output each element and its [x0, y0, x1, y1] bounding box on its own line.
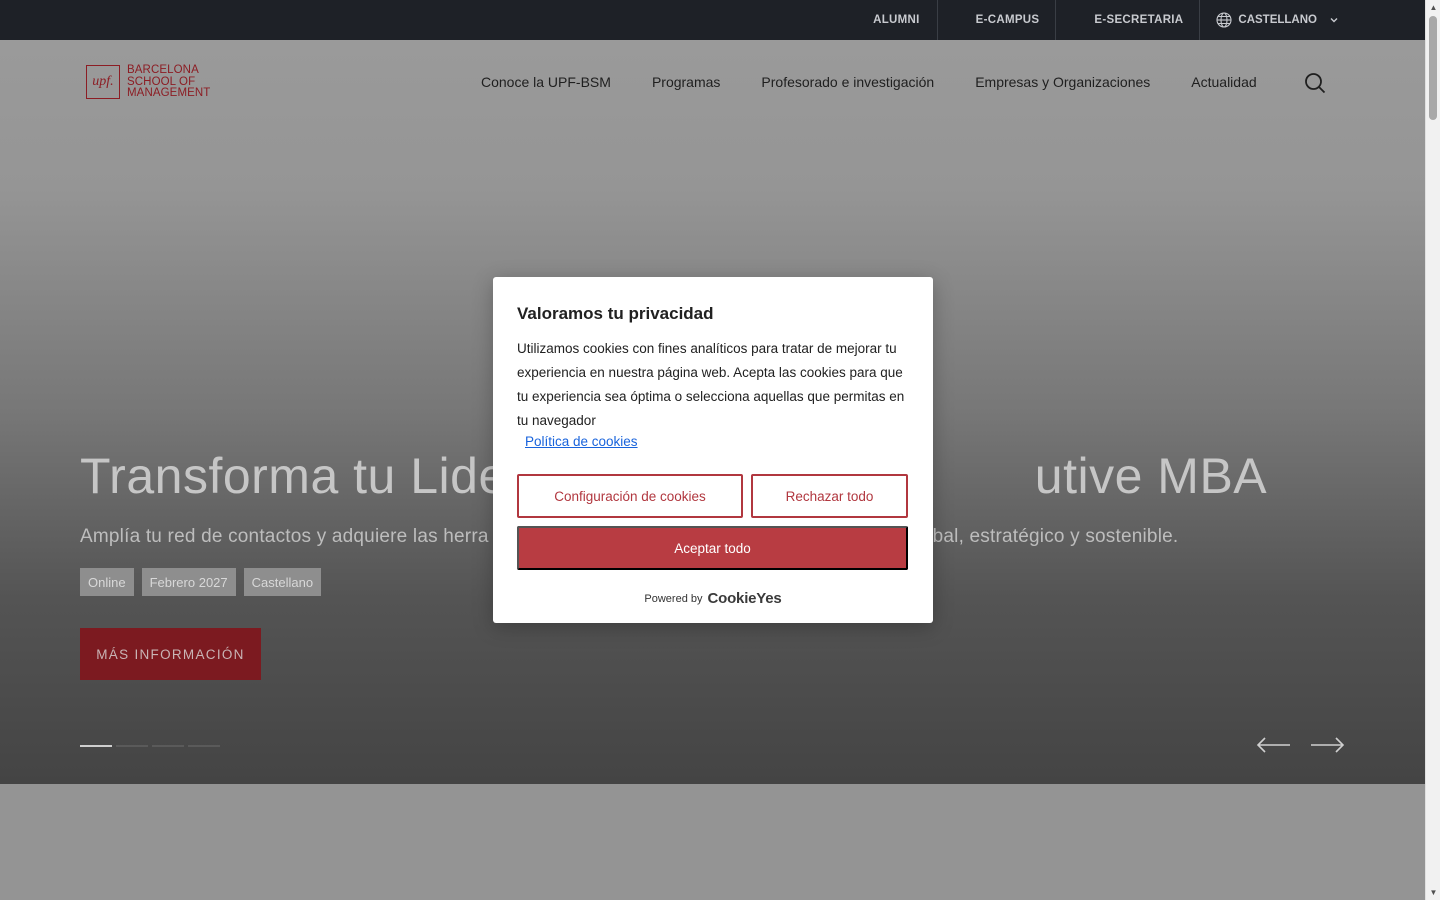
carousel-dot[interactable]	[152, 745, 184, 747]
program-tags: Online Febrero 2027 Castellano	[80, 568, 322, 596]
reject-all-button[interactable]: Rechazar todo	[751, 474, 908, 518]
tag-modality: Online	[80, 568, 134, 596]
upf-bsm-logo[interactable]: upf. BARCELONA SCHOOL OF MANAGEMENT	[86, 64, 211, 100]
cookie-dialog-title: Valoramos tu privacidad	[517, 304, 714, 323]
hero-subtitle-left: Amplía tu red de contactos y adquiere la…	[80, 526, 489, 547]
cookie-policy-link[interactable]: Política de cookies	[525, 434, 638, 449]
cookieyes-logo[interactable]: CookieYes	[708, 590, 782, 607]
scroll-down-icon[interactable]: ▼	[1429, 888, 1438, 897]
language-selector[interactable]: CASTELLANO	[1199, 0, 1425, 40]
chevron-down-icon	[1329, 15, 1339, 25]
nav-item-conoce[interactable]: Conoce la UPF-BSM	[481, 74, 611, 90]
accept-all-button[interactable]: Aceptar todo	[517, 526, 908, 570]
nav-item-profesorado[interactable]: Profesorado e investigación	[761, 74, 934, 90]
main-header: upf. BARCELONA SCHOOL OF MANAGEMENT Cono…	[0, 40, 1425, 124]
hero-subtitle-right: bal, estratégico y sostenible.	[932, 526, 1179, 547]
cookie-settings-button[interactable]: Configuración de cookies	[517, 474, 743, 518]
e-secretaria-link[interactable]: E-SECRETARIA	[1055, 0, 1199, 40]
logo-line: BARCELONA	[127, 64, 199, 76]
globe-icon	[1216, 12, 1232, 28]
carousel-dot[interactable]	[80, 745, 112, 747]
scrollbar-thumb[interactable]	[1429, 16, 1437, 120]
tag-start-date: Febrero 2027	[141, 568, 236, 596]
powered-by: Powered by CookieYes	[493, 590, 933, 607]
carousel-dot[interactable]	[116, 745, 148, 747]
carousel-dot[interactable]	[188, 745, 220, 747]
carousel-indicators	[80, 745, 220, 747]
search-icon[interactable]	[1304, 72, 1326, 94]
scrollbar[interactable]: ▲ ▼	[1425, 0, 1440, 900]
arrow-left-icon[interactable]	[1256, 734, 1292, 756]
cookie-consent-dialog: Valoramos tu privacidad Utilizamos cooki…	[493, 277, 933, 623]
logo-line: MANAGEMENT	[127, 87, 211, 99]
upf-logo-mark: upf.	[86, 65, 120, 100]
logo-wordmark: BARCELONA SCHOOL OF MANAGEMENT	[127, 64, 211, 100]
arrow-right-icon[interactable]	[1309, 734, 1345, 756]
page-section-below	[0, 784, 1425, 900]
nav-item-actualidad[interactable]: Actualidad	[1191, 74, 1256, 90]
nav-item-empresas[interactable]: Empresas y Organizaciones	[975, 74, 1150, 90]
powered-by-label: Powered by	[644, 592, 703, 605]
alumni-link[interactable]: ALUMNI	[857, 0, 937, 40]
language-label: CASTELLANO	[1238, 14, 1317, 26]
cookie-dialog-text: Utilizamos cookies con fines analíticos …	[517, 341, 905, 428]
hero-title-right: utive MBA	[1034, 448, 1268, 504]
top-utility-bar: ALUMNI E-CAMPUS E-SECRETARIA CASTELLANO	[0, 0, 1425, 40]
utility-links: ALUMNI E-CAMPUS E-SECRETARIA CASTELLANO	[857, 0, 1425, 40]
e-campus-link[interactable]: E-CAMPUS	[936, 0, 1056, 40]
nav-item-programas[interactable]: Programas	[652, 74, 720, 90]
tag-language: Castellano	[243, 568, 322, 596]
more-info-button[interactable]: MÁS INFORMACIÓN	[80, 628, 261, 680]
main-nav: Conoce la UPF-BSM Programas Profesorado …	[481, 40, 1257, 124]
hero-title-left: Transforma tu Lide	[80, 448, 507, 504]
scroll-up-icon[interactable]: ▲	[1429, 3, 1438, 12]
